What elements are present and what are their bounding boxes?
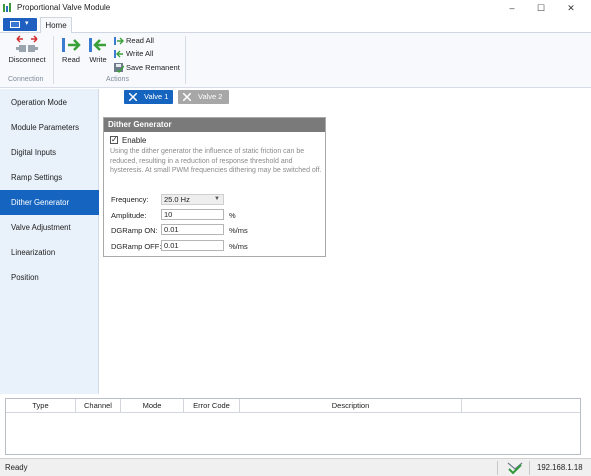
write-all-label: Write All <box>126 49 154 58</box>
error-table[interactable]: Type Channel Mode Error Code Description <box>5 398 581 455</box>
dgramp-on-unit: %/ms <box>229 226 248 235</box>
sidebar-item-ramp-settings[interactable]: Ramp Settings <box>0 165 99 190</box>
valve-icon <box>129 93 137 101</box>
valve-icon <box>183 93 191 101</box>
ribbon-tab-strip: ▾ Home <box>0 16 591 34</box>
sidebar: Operation Mode Module Parameters Digital… <box>0 89 99 394</box>
disconnect-label: Disconnect <box>8 55 46 64</box>
group-label-connection: Connection <box>8 76 44 83</box>
sidebar-item-operation-mode[interactable]: Operation Mode <box>0 90 99 115</box>
enable-checkbox[interactable]: ✓ <box>110 136 118 144</box>
frequency-label: Frequency: <box>111 195 149 204</box>
write-all-icon <box>114 50 123 58</box>
status-separator <box>529 461 530 475</box>
amplitude-input[interactable]: 10 <box>161 209 224 220</box>
panel-header: Dither Generator <box>104 118 325 132</box>
save-remanent-label: Save Remanent <box>126 63 180 72</box>
write-button[interactable]: Write <box>86 35 110 69</box>
write-icon <box>89 38 106 52</box>
chevron-down-icon: ▾ <box>25 20 29 27</box>
enable-label: Enable <box>122 136 147 145</box>
minimize-button[interactable]: – <box>497 0 527 16</box>
tab-valve-2[interactable]: Valve 2 <box>178 90 229 104</box>
column-header-error-code[interactable]: Error Code <box>184 399 240 413</box>
frequency-select[interactable]: 25.0 Hz ▼ <box>161 194 224 205</box>
sidebar-item-position[interactable]: Position <box>0 265 99 290</box>
close-button[interactable]: ✕ <box>556 0 586 16</box>
dither-description: Using the dither generator the influence… <box>110 148 322 174</box>
disconnect-icon <box>16 35 38 52</box>
status-bar: Ready 192.168.1.18 <box>0 458 591 476</box>
save-remanent-button[interactable]: Save Remanent <box>114 62 182 74</box>
sidebar-item-valve-adjustment[interactable]: Valve Adjustment <box>0 215 99 240</box>
dgramp-on-input[interactable]: 0.01 <box>161 224 224 235</box>
sidebar-item-module-parameters[interactable]: Module Parameters <box>0 115 99 140</box>
sidebar-item-digital-inputs[interactable]: Digital Inputs <box>0 140 99 165</box>
read-all-button[interactable]: Read All <box>114 35 174 47</box>
window-title: Proportional Valve Module <box>17 3 111 12</box>
column-header-description[interactable]: Description <box>240 399 462 413</box>
save-remanent-icon <box>114 63 124 73</box>
dgramp-off-input[interactable]: 0.01 <box>161 240 224 251</box>
connection-ok-icon <box>507 462 523 475</box>
read-button[interactable]: Read <box>59 35 83 69</box>
ribbon-separator <box>185 36 186 84</box>
amplitude-unit: % <box>229 211 236 220</box>
read-icon <box>62 38 81 52</box>
read-label: Read <box>62 55 80 64</box>
read-all-label: Read All <box>126 36 154 45</box>
write-label: Write <box>89 55 107 64</box>
disconnect-button[interactable]: Disconnect <box>5 35 49 69</box>
column-header-mode[interactable]: Mode <box>121 399 184 413</box>
maximize-button[interactable]: ☐ <box>526 0 556 16</box>
ip-address: 192.168.1.18 <box>537 463 583 472</box>
app-icon <box>3 3 11 12</box>
tab-valve-1-label: Valve 1 <box>144 92 169 101</box>
frequency-value: 25.0 Hz <box>164 195 190 204</box>
application-menu-button[interactable]: ▾ <box>3 18 37 31</box>
error-table-header: Type Channel Mode Error Code Description <box>6 399 580 413</box>
tab-valve-2-label: Valve 2 <box>198 92 223 101</box>
ribbon: Disconnect Connection Read Write Read Al… <box>0 33 591 88</box>
title-bar: Proportional Valve Module – ☐ ✕ <box>0 0 591 16</box>
status-text: Ready <box>5 463 28 472</box>
chevron-down-icon: ▼ <box>214 196 220 202</box>
status-separator <box>497 461 498 475</box>
ribbon-separator <box>53 36 54 84</box>
column-header-type[interactable]: Type <box>6 399 76 413</box>
amplitude-label: Amplitude: <box>111 211 147 220</box>
column-header-channel[interactable]: Channel <box>76 399 121 413</box>
dgramp-on-label: DGRamp ON: <box>111 226 158 235</box>
dither-generator-panel: Dither Generator ✓ Enable Using the dith… <box>103 117 326 257</box>
sidebar-item-dither-generator[interactable]: Dither Generator <box>0 190 99 215</box>
write-all-button[interactable]: Write All <box>114 48 174 60</box>
dgramp-off-label: DGRamp OFF: <box>111 242 162 251</box>
tab-valve-1[interactable]: Valve 1 <box>124 90 173 104</box>
group-label-actions: Actions <box>106 76 129 83</box>
read-all-icon <box>114 37 124 45</box>
tab-home[interactable]: Home <box>40 17 72 34</box>
sidebar-item-linearization[interactable]: Linearization <box>0 240 99 265</box>
menu-icon <box>10 21 20 28</box>
dgramp-off-unit: %/ms <box>229 242 248 251</box>
